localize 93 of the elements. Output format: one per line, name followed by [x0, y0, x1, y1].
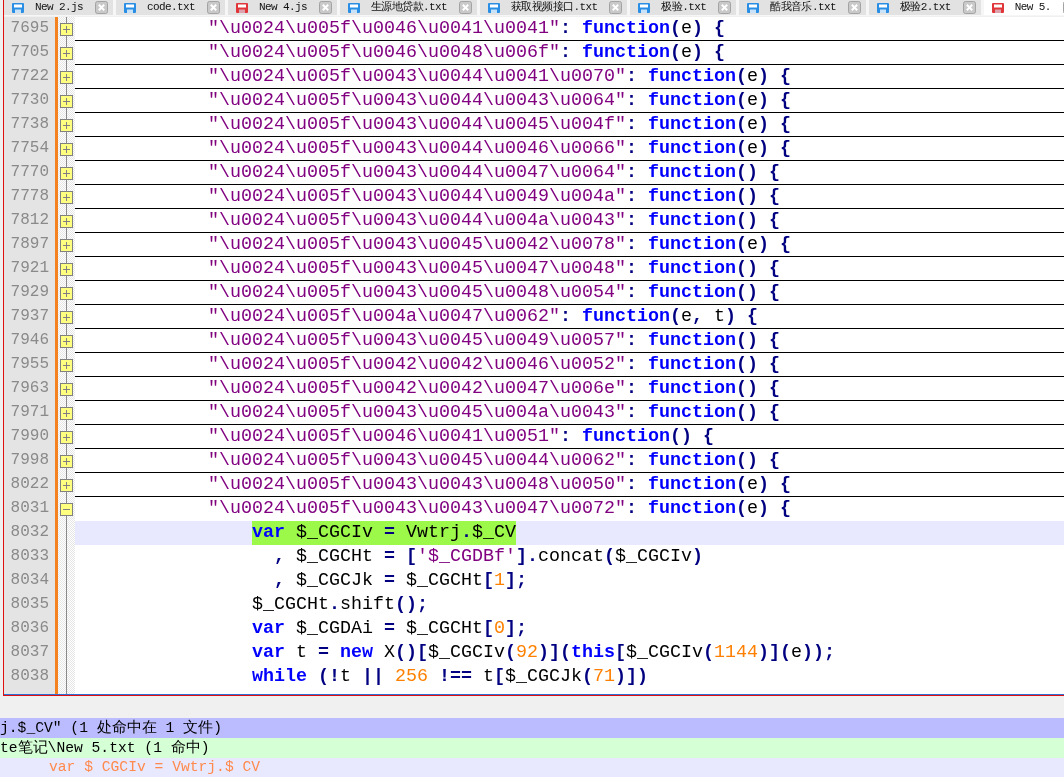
close-icon[interactable] [459, 1, 473, 14]
line-number: 7998 [9, 450, 50, 471]
code-line: "\u0024\u005f\u0043\u0044\u0049\u004a": function() { [208, 185, 780, 208]
code-line: "\u0024\u005f\u0042\u0042\u0047\u006e": function() { [208, 377, 780, 400]
line-number: 7770 [9, 162, 50, 183]
plus-box-icon[interactable] [60, 238, 73, 252]
line-number: 8022 [9, 474, 50, 495]
line-number: 7722 [9, 66, 50, 87]
plus-box-icon[interactable] [60, 46, 73, 60]
line-number: 7897 [9, 234, 50, 255]
code-line: "\u0024\u005f\u0043\u0043\u0047\u0072": function(e) { [208, 497, 791, 521]
plus-box-icon[interactable] [60, 190, 73, 204]
plus-box-icon[interactable] [60, 334, 73, 348]
line-number: 7705 [9, 42, 50, 63]
code-line: "\u0024\u005f\u004a\u0047\u0062": function(e, t) { [208, 305, 758, 328]
plus-box-icon[interactable] [60, 94, 73, 108]
tab[interactable]: code.txt [116, 0, 226, 15]
plus-box-icon[interactable] [60, 478, 73, 492]
code-line: "\u0024\u005f\u0046\u0041\u0041": function(e) { [208, 17, 725, 40]
close-icon[interactable] [718, 1, 732, 14]
code-line: "\u0024\u005f\u0043\u0045\u0048\u0054": function() { [208, 281, 780, 304]
plus-box-icon[interactable] [60, 118, 73, 132]
tab[interactable]: 生源地贷款.txt [340, 0, 478, 15]
plus-box-icon[interactable] [60, 454, 73, 468]
tab[interactable]: New 5. [983, 0, 1064, 15]
tab[interactable]: New 2.js [4, 0, 113, 15]
plus-box-icon[interactable] [60, 22, 73, 36]
line-number: 7955 [9, 354, 50, 375]
plus-box-icon[interactable] [60, 262, 73, 276]
code-line: $_CGCHt.shift(); [252, 593, 428, 617]
tab[interactable]: 获取视频接口.txt [480, 0, 628, 15]
close-icon[interactable] [609, 1, 623, 14]
code-line: , $_CGCHt = ['$_CGDBf'].concat($_CGCIv) [274, 545, 703, 569]
line-number: 8032 [9, 522, 50, 543]
plus-box-icon[interactable] [60, 70, 73, 84]
line-number: 7946 [9, 330, 50, 351]
line-number: 7921 [9, 258, 50, 279]
line-number: 7778 [9, 186, 50, 207]
code-line: while (!t || 256 !== t[$_CGCJk(71)]) [252, 665, 648, 689]
plus-box-icon[interactable] [60, 382, 73, 396]
close-icon[interactable] [95, 1, 108, 14]
code-line: "\u0024\u005f\u0043\u0044\u0043\u0064": function(e) { [208, 89, 791, 112]
code-line: "\u0024\u005f\u0043\u0045\u0044\u0062": function() { [208, 449, 780, 472]
plus-box-icon[interactable] [60, 406, 73, 420]
plus-box-icon[interactable] [60, 358, 73, 372]
plus-box-icon[interactable] [60, 430, 73, 444]
line-number: 7812 [9, 210, 50, 231]
line-number: 7937 [9, 306, 50, 327]
line-number: 7990 [9, 426, 50, 447]
line-number: 7929 [9, 282, 50, 303]
tab[interactable]: 极验2.txt [868, 0, 981, 15]
plus-box-icon[interactable] [60, 142, 73, 156]
code-line: "\u0024\u005f\u0043\u0045\u0042\u0078": function(e) { [208, 233, 791, 256]
code-line: "\u0024\u005f\u0043\u0044\u0047\u0064": function() { [208, 161, 780, 184]
code-line: var $_CGDAi = $_CGCHt[0]; [252, 617, 527, 641]
line-number: 7963 [9, 378, 50, 399]
code-line: "\u0024\u005f\u0043\u0044\u0041\u0070": function(e) { [208, 65, 791, 88]
line-number: 7971 [9, 402, 50, 423]
code-line: "\u0024\u005f\u0043\u0045\u0047\u0048": function() { [208, 257, 780, 280]
line-number: 8037 [9, 642, 50, 663]
minus-box-icon[interactable] [60, 502, 73, 516]
tab[interactable]: 极验.txt [630, 0, 737, 15]
line-number: 8031 [9, 498, 50, 519]
line-number: 7695 [9, 18, 50, 39]
line-number: 8036 [9, 618, 50, 639]
line-number: 8035 [9, 594, 50, 615]
code-line: "\u0024\u005f\u0043\u0044\u004a\u0043": function() { [208, 209, 780, 232]
code-line: "\u0024\u005f\u0043\u0044\u0046\u0066": function(e) { [208, 137, 791, 160]
code-line: "\u0024\u005f\u0042\u0042\u0046\u0052": function() { [208, 353, 780, 376]
line-number: 7754 [9, 138, 50, 159]
code-line: "\u0024\u005f\u0043\u0043\u0048\u0050": function(e) { [208, 473, 791, 496]
code-line: "\u0024\u005f\u0043\u0045\u0049\u0057": function() { [208, 329, 780, 352]
tab[interactable]: 酷我音乐.txt [739, 0, 866, 15]
plus-box-icon[interactable] [60, 214, 73, 228]
code-line: "\u0024\u005f\u0043\u0045\u004a\u0043": function() { [208, 401, 780, 424]
code-line: "\u0024\u005f\u0046\u0048\u006f": function(e) { [208, 41, 725, 64]
plus-box-icon[interactable] [60, 310, 73, 324]
code-line: "\u0024\u005f\u0046\u0041\u0051": function() { [208, 425, 714, 448]
close-icon[interactable] [207, 1, 221, 14]
plus-box-icon[interactable] [60, 166, 73, 180]
close-icon[interactable] [962, 1, 976, 14]
line-number: 7730 [9, 90, 50, 111]
code-line: "\u0024\u005f\u0043\u0044\u0045\u004f": function(e) { [208, 113, 791, 136]
line-number: 8033 [9, 546, 50, 567]
line-number: 7738 [9, 114, 50, 135]
line-number: 8034 [9, 570, 50, 591]
plus-box-icon[interactable] [60, 286, 73, 300]
tab[interactable]: New 4.js [228, 0, 338, 15]
code-line: var t = new X()[$_CGCIv(92)](this[$_CGCIv(1144)](e)); [252, 641, 835, 665]
code-line: , $_CGCJk = $_CGCHt[1]; [274, 569, 527, 593]
close-icon[interactable] [847, 1, 861, 14]
line-number: 8038 [9, 666, 50, 687]
close-icon[interactable] [319, 1, 333, 14]
